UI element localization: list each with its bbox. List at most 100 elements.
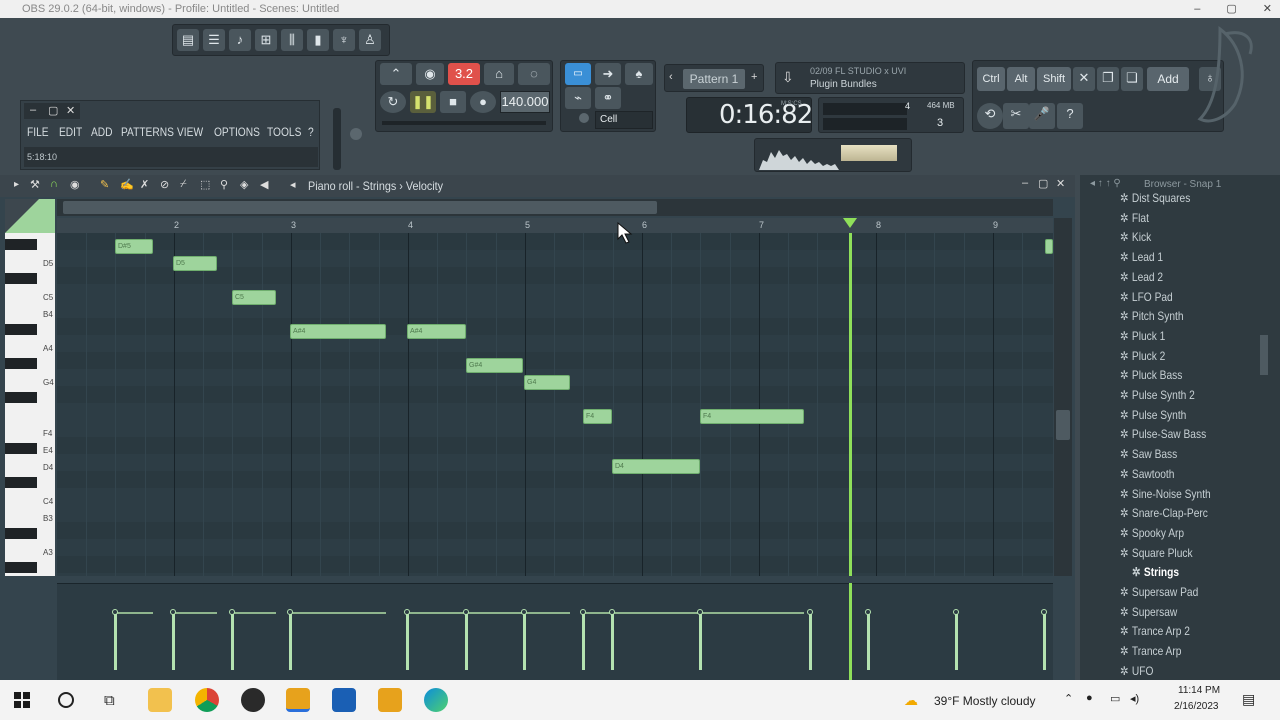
browser-item[interactable]: ✲ Flat [1120, 209, 1149, 228]
maximize-icon[interactable]: ▢ [1226, 0, 1236, 18]
velocity-bar[interactable] [809, 612, 812, 670]
record-countdown-button[interactable]: 3.2 [448, 63, 480, 85]
piano-roll-icon[interactable]: ♪ [229, 29, 251, 51]
speaker-icon[interactable]: ◀ [260, 178, 268, 191]
windows-start-icon[interactable] [14, 692, 30, 708]
weather-icon[interactable]: ☁ [904, 692, 918, 709]
stop-icon[interactable]: ■ [440, 91, 466, 113]
black-key[interactable] [5, 239, 37, 250]
velocity-handle[interactable] [112, 609, 118, 615]
velocity-handle[interactable] [1041, 609, 1047, 615]
pattern-prev-icon[interactable]: ‹ [669, 71, 673, 83]
velocity-bar[interactable] [406, 612, 409, 670]
menu-view[interactable]: VIEW [177, 125, 203, 139]
note[interactable]: D5 [173, 256, 217, 271]
note-grid[interactable]: D#5 D5 C5 A#4 A#4 G#4 G4 F4 D4 F4 [57, 233, 1053, 576]
menu-options[interactable]: OPTIONS [214, 125, 260, 139]
note[interactable]: D4 [612, 459, 700, 474]
delete-icon[interactable]: ✕ [1073, 67, 1095, 91]
note-edge[interactable] [1045, 239, 1053, 254]
touch-keyboard-icon[interactable]: ♙ [359, 29, 381, 51]
pattern-selector[interactable]: ‹ Pattern 1 + [664, 64, 764, 92]
playhead-marker-icon[interactable] [843, 218, 857, 230]
velocity-bar[interactable] [231, 612, 234, 670]
restore-icon[interactable]: ▢ [48, 104, 58, 117]
master-volume-slider[interactable] [333, 108, 341, 170]
velocity-handle[interactable] [521, 609, 527, 615]
microphone-icon[interactable]: 🎤 [1029, 103, 1055, 129]
velocity-handle[interactable] [697, 609, 703, 615]
step-edit-icon[interactable]: ➜ [595, 63, 621, 85]
store-icon[interactable] [332, 688, 356, 712]
vertical-scrollbar[interactable] [1054, 218, 1072, 576]
note[interactable]: D#5 [115, 239, 153, 254]
browser-item[interactable]: ✲ Supersaw [1120, 603, 1177, 622]
microphone-icon[interactable]: ● [1086, 692, 1093, 704]
note[interactable]: C5 [232, 290, 276, 305]
browser-item[interactable]: ✲ Strings [1132, 563, 1179, 582]
note[interactable]: F4 [700, 409, 804, 424]
download-icon[interactable]: ⇩ [782, 69, 794, 86]
play-preview-icon[interactable]: ◉ [70, 178, 80, 191]
channel-rack-icon[interactable]: ☰ [203, 29, 225, 51]
typing-keyboard-icon[interactable]: ▭ [565, 63, 591, 85]
browser-item[interactable]: ✲ Dist Squares [1120, 189, 1190, 208]
menu-help[interactable]: ? [308, 125, 314, 139]
velocity-bar[interactable] [523, 612, 526, 670]
master-pitch-knob[interactable] [350, 128, 362, 140]
slice-tool-icon[interactable]: ⌿ [180, 178, 187, 191]
velocity-bar[interactable] [699, 612, 702, 670]
browser-item[interactable]: ✲ Pluck 1 [1120, 327, 1165, 346]
copy-icon[interactable]: ❐ [1097, 67, 1119, 91]
obs-icon[interactable] [241, 688, 265, 712]
menu-file[interactable]: FILE [27, 125, 49, 139]
loop-icon[interactable]: ↻ [380, 91, 406, 113]
browser-item[interactable]: ✲ Sine-Noise Synth [1120, 485, 1211, 504]
note[interactable]: A#4 [290, 324, 386, 339]
fl-studio-alt-icon[interactable] [378, 688, 402, 712]
velocity-bar[interactable] [955, 612, 958, 670]
black-key[interactable] [5, 443, 37, 454]
plugin-icon[interactable]: ♆ [333, 29, 355, 51]
velocity-bar[interactable] [1043, 612, 1046, 670]
velocity-handle[interactable] [609, 609, 615, 615]
black-key[interactable] [5, 358, 37, 369]
menu-add[interactable]: ADD [91, 125, 113, 139]
tempo-display[interactable]: 140.000 [500, 91, 550, 113]
velocity-bar[interactable] [289, 612, 292, 670]
black-key[interactable] [5, 477, 37, 488]
audio-icon[interactable]: ⌁ [565, 87, 591, 109]
mixer-icon[interactable]: ⫼ [281, 29, 303, 51]
magnet-icon[interactable]: ∩ [50, 178, 58, 190]
browser-item[interactable]: ✲ Pitch Synth [1120, 307, 1183, 326]
file-explorer-icon[interactable] [148, 688, 172, 712]
black-key[interactable] [5, 392, 37, 403]
velocity-bar[interactable] [582, 612, 585, 670]
maximize-icon[interactable]: ▢ [1038, 177, 1048, 190]
note[interactable]: F4 [583, 409, 612, 424]
pattern-add-icon[interactable]: + [751, 71, 757, 83]
help-icon[interactable]: ? [1057, 103, 1083, 129]
browser-item[interactable]: ✲ Supersaw Pad [1120, 583, 1198, 602]
browser-item[interactable]: ✲ Pluck Bass [1120, 366, 1182, 385]
news-panel[interactable]: ⇩ 02/09 FL STUDIO x UVI Plugin Bundles [775, 62, 965, 94]
menu-tools[interactable]: TOOLS [267, 125, 301, 139]
browser-item[interactable]: ✲ Lead 2 [1120, 268, 1163, 287]
browser-item[interactable]: ✲ Snare-Clap-Perc [1120, 504, 1208, 523]
project-icon[interactable]: ▮ [307, 29, 329, 51]
browser-item[interactable]: ✲ Sawtooth [1120, 465, 1174, 484]
playback-tool-icon[interactable]: ◈ [240, 178, 248, 191]
black-key[interactable] [5, 273, 37, 284]
close-icon[interactable]: ✕ [66, 104, 75, 117]
velocity-handle[interactable] [580, 609, 586, 615]
song-time-display[interactable]: 0:16:82 M:S:CS [686, 97, 813, 133]
browser-item[interactable]: ✲ Pulse Synth 2 [1120, 386, 1195, 405]
close-icon[interactable]: ✕ [1056, 177, 1065, 190]
delete-tool-icon[interactable]: ✗ [140, 178, 149, 191]
browser-item[interactable]: ✲ Lead 1 [1120, 248, 1163, 267]
browser-item[interactable]: ✲ Trance Arp [1120, 642, 1181, 661]
playlist-icon[interactable]: ▤ [177, 29, 199, 51]
wrench-icon[interactable]: ⚒ [30, 178, 40, 191]
chrome-icon[interactable] [195, 688, 219, 712]
velocity-bar[interactable] [172, 612, 175, 670]
